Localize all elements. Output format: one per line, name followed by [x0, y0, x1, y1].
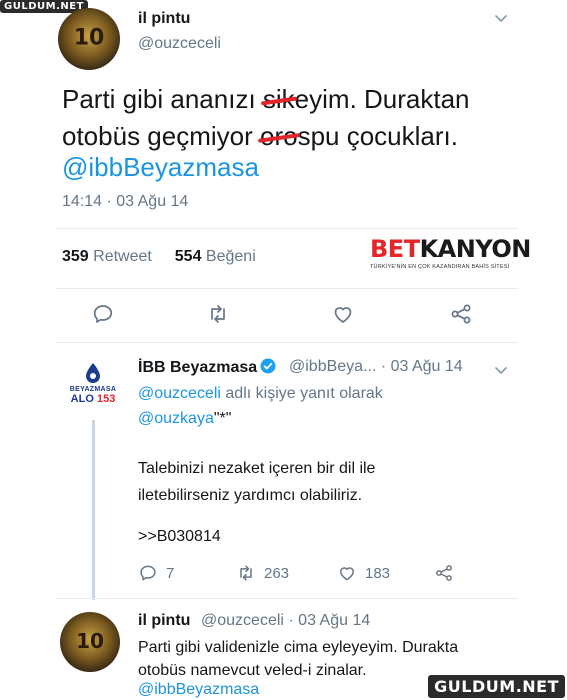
ibb-emblem-icon	[84, 362, 102, 384]
tweet-text: Parti gibi ananızı sikeyim. Duraktan oto…	[62, 81, 470, 155]
share-icon[interactable]	[449, 302, 473, 326]
logo-text: BEYAZMASA	[69, 386, 117, 393]
ad-tagline: TÜRKİYE'NİN EN ÇOK KAZANDIRAN BAHİS SİTE…	[370, 264, 510, 270]
censor-strike: oro	[260, 118, 298, 155]
reply-count: 7	[166, 564, 175, 582]
tweet-stats: 359 Retweet 554 Beğeni	[62, 248, 256, 266]
tweet-timestamp[interactable]: 14:14 · 03 Ağu 14	[62, 193, 188, 211]
reply-body-line: Talebinizi nezaket içeren bir dil ile	[138, 460, 376, 477]
ad-logo: BETKANYON TÜRKİYE'NİN EN ÇOK KAZANDIRAN …	[370, 235, 531, 270]
tweet-mention-link[interactable]: @ibbBeyazmasa	[62, 152, 259, 183]
heart-icon	[340, 567, 354, 581]
reply-body: Talebinizi nezaket içeren bir dil ile il…	[138, 455, 375, 509]
third-body-line: otobüs namevcut veled-i zinalar.	[138, 662, 367, 679]
share-icon	[436, 565, 452, 581]
heart-icon[interactable]	[331, 302, 355, 326]
chevron-down-icon[interactable]	[493, 10, 509, 26]
replying-to-text: adlı kişiye yanıt olarak	[220, 385, 383, 402]
third-author-meta[interactable]: @ouzceceli · 03 Ağu 14	[201, 612, 370, 630]
verified-badge-icon	[260, 358, 276, 374]
divider	[56, 228, 518, 229]
reply-to-mention-link[interactable]: @ouzceceli	[138, 385, 221, 402]
reply-author-handle-date[interactable]: @ibbBeya... · 03 Ağu 14	[289, 358, 463, 376]
third-body-line: Parti gibi validenizle cima eyleyeyim. D…	[138, 639, 459, 656]
reply-icon[interactable]	[91, 302, 115, 326]
reply-author-name-text[interactable]: İBB Beyazmasa	[138, 359, 257, 376]
third-body: Parti gibi validenizle cima eyleyeyim. D…	[138, 636, 458, 682]
retweet-icon[interactable]	[206, 302, 230, 326]
second-mention-link[interactable]: @ouzkaya	[138, 410, 214, 427]
avatar[interactable]: 10	[60, 612, 120, 672]
author-handle[interactable]: @ouzceceli	[138, 35, 221, 53]
replying-to: @ouzceceli adlı kişiye yanıt olarak	[138, 385, 383, 403]
tweet-text-segment: eyim. Duraktan	[294, 84, 470, 114]
thread-line	[92, 420, 95, 600]
like-count[interactable]: 554	[175, 248, 202, 265]
like-count: 183	[365, 564, 391, 582]
avatar-jersey-number: 10	[73, 25, 105, 51]
avatar[interactable]: 10	[58, 8, 120, 70]
author-name[interactable]: il pintu	[138, 10, 190, 28]
reply-body-line: iletebilirseniz yardımcı olabiliriz.	[138, 487, 363, 504]
tweet-text-segment: spu çocukları.	[297, 121, 458, 151]
retweet-label[interactable]: Retweet	[93, 248, 152, 265]
third-author-name[interactable]: il pintu	[138, 612, 190, 630]
divider	[56, 342, 518, 343]
retweet-count: 263	[264, 564, 290, 582]
ad-brand-part: BET	[370, 235, 420, 263]
logo-alo: ALO 153	[58, 393, 128, 405]
ibb-beyazmasa-logo[interactable]: BEYAZMASA ALO 153	[58, 362, 128, 414]
retweet-action[interactable]: 263	[236, 563, 289, 583]
like-label[interactable]: Beğeni	[206, 248, 256, 265]
reply-icon	[140, 565, 156, 581]
divider	[56, 598, 518, 599]
watermark-bottom: GULDUM.NET	[428, 675, 565, 698]
tweet-text-line-1: Parti gibi ananızı sikeyim. Duraktan	[62, 81, 470, 118]
logo-alo-text: ALO	[70, 393, 94, 405]
divider	[56, 288, 518, 289]
ad-brand-part: KANYON	[419, 235, 532, 263]
share-action[interactable]	[434, 563, 454, 583]
second-mention-suffix: "*"	[213, 410, 232, 427]
like-action[interactable]: 183	[337, 563, 390, 583]
reply-action[interactable]: 7	[138, 563, 174, 583]
retweet-count[interactable]: 359	[62, 248, 89, 265]
censor-strike: sik	[263, 81, 295, 118]
ad-brand: BETKANYON	[370, 235, 531, 263]
logo-number: 153	[96, 393, 116, 405]
third-mention-link[interactable]: @ibbBeyazmasa	[138, 681, 259, 699]
reply-author-name[interactable]: İBB Beyazmasa	[138, 358, 276, 377]
retweet-icon	[240, 565, 252, 581]
tweet-text-segment: Parti gibi ananızı	[62, 84, 263, 114]
reply-second-mention: @ouzkaya"*"	[138, 410, 231, 428]
tweet-text-segment: otobüs geçmiyor	[62, 121, 260, 151]
avatar-jersey-number: 10	[76, 628, 104, 653]
reply-reference-code: >>B030814	[138, 528, 221, 545]
chevron-down-icon[interactable]	[493, 362, 509, 378]
tweet-text-line-2: otobüs geçmiyor orospu çocukları.	[62, 118, 470, 155]
